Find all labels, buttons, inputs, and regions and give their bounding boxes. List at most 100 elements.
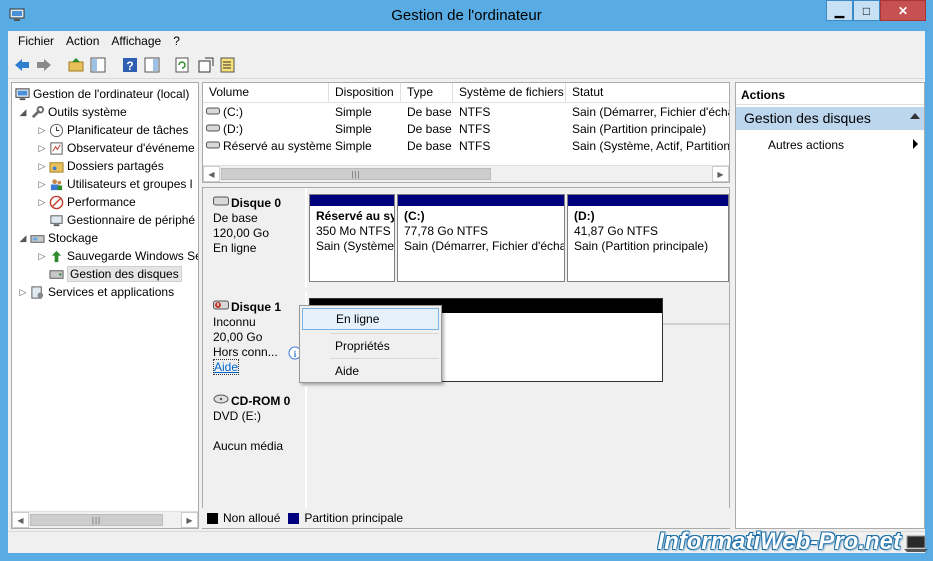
submenu-arrow-icon xyxy=(913,139,918,149)
collapse-up-icon[interactable] xyxy=(910,113,920,119)
collapsed-arrow-icon[interactable]: ▷ xyxy=(36,161,48,172)
volume-drive-icon xyxy=(206,121,220,138)
tree-item-users-groups[interactable]: ▷ Utilisateurs et groupes l xyxy=(36,175,193,193)
watermark-laptop-icon xyxy=(903,534,929,557)
disk1-help-link[interactable]: Aide xyxy=(213,359,240,375)
partition-name: (C:) xyxy=(404,209,425,223)
volume-type: De base xyxy=(407,139,452,153)
scroll-right-icon[interactable]: ▶ xyxy=(712,166,729,182)
properties-button[interactable] xyxy=(196,55,216,75)
tree-item-services-apps[interactable]: ▷ Services et applications xyxy=(17,283,175,301)
scroll-thumb[interactable]: ||| xyxy=(30,514,163,526)
partition-c[interactable]: (C:) 77,78 Go NTFS Sain (Démarrer, Fichier… xyxy=(397,194,565,282)
arrow-right-icon xyxy=(37,59,51,71)
tree-horizontal-scrollbar[interactable]: ◀ ||| ▶ xyxy=(12,511,198,528)
tree-item-storage[interactable]: ◢ Stockage xyxy=(17,229,99,247)
close-button[interactable]: ✕ xyxy=(880,0,926,21)
partition-d[interactable]: (D:) 41,87 Go NTFS Sain (Partition princip… xyxy=(567,194,729,282)
action-pane-button[interactable] xyxy=(142,55,162,75)
expanded-arrow-icon[interactable]: ◢ xyxy=(17,233,29,244)
legend: Non alloué Partition principale xyxy=(202,508,730,528)
device-manager-icon xyxy=(48,212,64,228)
column-header-layout[interactable]: Disposition xyxy=(329,83,401,103)
export-list-button[interactable] xyxy=(218,55,238,75)
menu-help[interactable]: ? xyxy=(167,31,186,51)
tree-item-event-viewer[interactable]: ▷ Observateur d'événeme xyxy=(36,139,195,157)
arrow-left-icon xyxy=(15,59,29,71)
disk1-name: Disque 1 xyxy=(231,299,282,314)
users-icon xyxy=(48,176,64,192)
event-viewer-icon xyxy=(48,140,64,156)
column-header-volume[interactable]: Volume xyxy=(203,83,329,103)
collapsed-arrow-icon[interactable]: ▷ xyxy=(36,179,48,190)
actions-pane: Actions Gestion des disques Autres actio… xyxy=(735,82,925,529)
scroll-thumb[interactable]: ||| xyxy=(221,168,491,180)
partition-bar xyxy=(310,195,394,206)
collapsed-arrow-icon[interactable]: ▷ xyxy=(36,125,48,136)
volume-layout: Simple xyxy=(335,139,372,153)
tree-item-root[interactable]: Gestion de l'ordinateur (local) xyxy=(14,85,189,103)
refresh-button[interactable] xyxy=(172,55,192,75)
menu-bar: Fichier Action Affichage ? xyxy=(8,31,925,51)
maximize-button[interactable]: □ xyxy=(853,0,880,21)
column-header-type[interactable]: Type xyxy=(401,83,453,103)
disk1-info[interactable]: Disque 1 Inconnu 20,00 Go Hors conn... i … xyxy=(203,292,307,382)
computer-management-icon xyxy=(14,86,30,102)
tree-item-shared-folders[interactable]: ▷ Dossiers partagés xyxy=(36,157,164,175)
disk-graphical-view: Disque 0 De base 120,00 Go En ligne Rése… xyxy=(202,187,730,529)
actions-section-disk-management[interactable]: Gestion des disques xyxy=(736,107,924,130)
menu-item-online[interactable]: En ligne xyxy=(302,308,439,330)
show-tree-button[interactable] xyxy=(88,55,108,75)
context-menu: En ligne Propriétés Aide xyxy=(299,305,442,383)
disk-management-icon xyxy=(48,266,64,282)
scroll-right-icon[interactable]: ▶ xyxy=(181,512,198,528)
tools-icon xyxy=(29,104,45,120)
volume-filesystem: NTFS xyxy=(459,105,491,119)
column-header-filesystem[interactable]: Système de fichiers xyxy=(453,83,566,103)
collapsed-arrow-icon[interactable]: ▷ xyxy=(17,287,29,298)
tree-label: Sauvegarde Windows Se xyxy=(67,249,199,263)
disk1-status: Hors conn... xyxy=(213,345,278,359)
partition-status: Sain (Système xyxy=(316,239,394,253)
scroll-left-icon[interactable]: ◀ xyxy=(12,512,29,528)
menu-file[interactable]: Fichier xyxy=(12,31,60,51)
up-folder-button[interactable] xyxy=(66,55,86,75)
scroll-left-icon[interactable]: ◀ xyxy=(203,166,220,182)
tree-item-windows-backup[interactable]: ▷ Sauvegarde Windows Se xyxy=(36,247,199,265)
partition-system-reserved[interactable]: Réservé au sy 350 Mo NTFS Sain (Système xyxy=(309,194,395,282)
console-tree-icon xyxy=(90,57,106,73)
forward-button[interactable] xyxy=(34,55,54,75)
minimize-button[interactable]: ▁ xyxy=(826,0,853,21)
expanded-arrow-icon[interactable]: ◢ xyxy=(17,107,29,118)
disk0-info[interactable]: Disque 0 De base 120,00 Go En ligne xyxy=(203,188,307,288)
column-header-status[interactable]: Statut xyxy=(566,83,729,103)
volume-filesystem: NTFS xyxy=(459,139,491,153)
volume-layout: Simple xyxy=(335,122,372,136)
menu-item-properties[interactable]: Propriétés xyxy=(302,335,439,357)
menu-item-help[interactable]: Aide xyxy=(302,360,439,382)
tree-item-task-scheduler[interactable]: ▷ Planificateur de tâches xyxy=(36,121,189,139)
tree-item-performance[interactable]: ▷ Performance xyxy=(36,193,136,211)
tree-item-disk-management[interactable]: Gestion des disques xyxy=(48,265,182,283)
menu-view[interactable]: Affichage xyxy=(105,31,167,51)
help-button[interactable]: ? xyxy=(120,55,140,75)
action-more-actions[interactable]: Autres actions xyxy=(768,138,844,152)
tree-label: Observateur d'événeme xyxy=(67,141,195,155)
performance-icon xyxy=(48,194,64,210)
menu-action[interactable]: Action xyxy=(60,31,105,51)
collapsed-arrow-icon[interactable]: ▷ xyxy=(36,251,48,262)
title-bar: Gestion de l'ordinateur ▁ □ ✕ xyxy=(0,0,933,31)
tree-label: Planificateur de tâches xyxy=(67,123,189,137)
tree-item-device-manager[interactable]: Gestionnaire de périphé xyxy=(48,211,195,229)
tree-item-system-tools[interactable]: ◢ Outils système xyxy=(17,103,127,121)
actions-section-label: Gestion des disques xyxy=(744,110,871,126)
volume-name: Réservé au système xyxy=(223,139,331,153)
partition-size: 350 Mo NTFS xyxy=(316,224,391,238)
export-list-icon xyxy=(220,57,235,73)
disk0-size: 120,00 Go xyxy=(213,226,270,240)
volume-layout: Simple xyxy=(335,105,372,119)
back-button[interactable] xyxy=(12,55,32,75)
collapsed-arrow-icon[interactable]: ▷ xyxy=(36,197,48,208)
volume-horizontal-scrollbar[interactable]: ◀ ||| ▶ xyxy=(203,165,729,182)
collapsed-arrow-icon[interactable]: ▷ xyxy=(36,143,48,154)
